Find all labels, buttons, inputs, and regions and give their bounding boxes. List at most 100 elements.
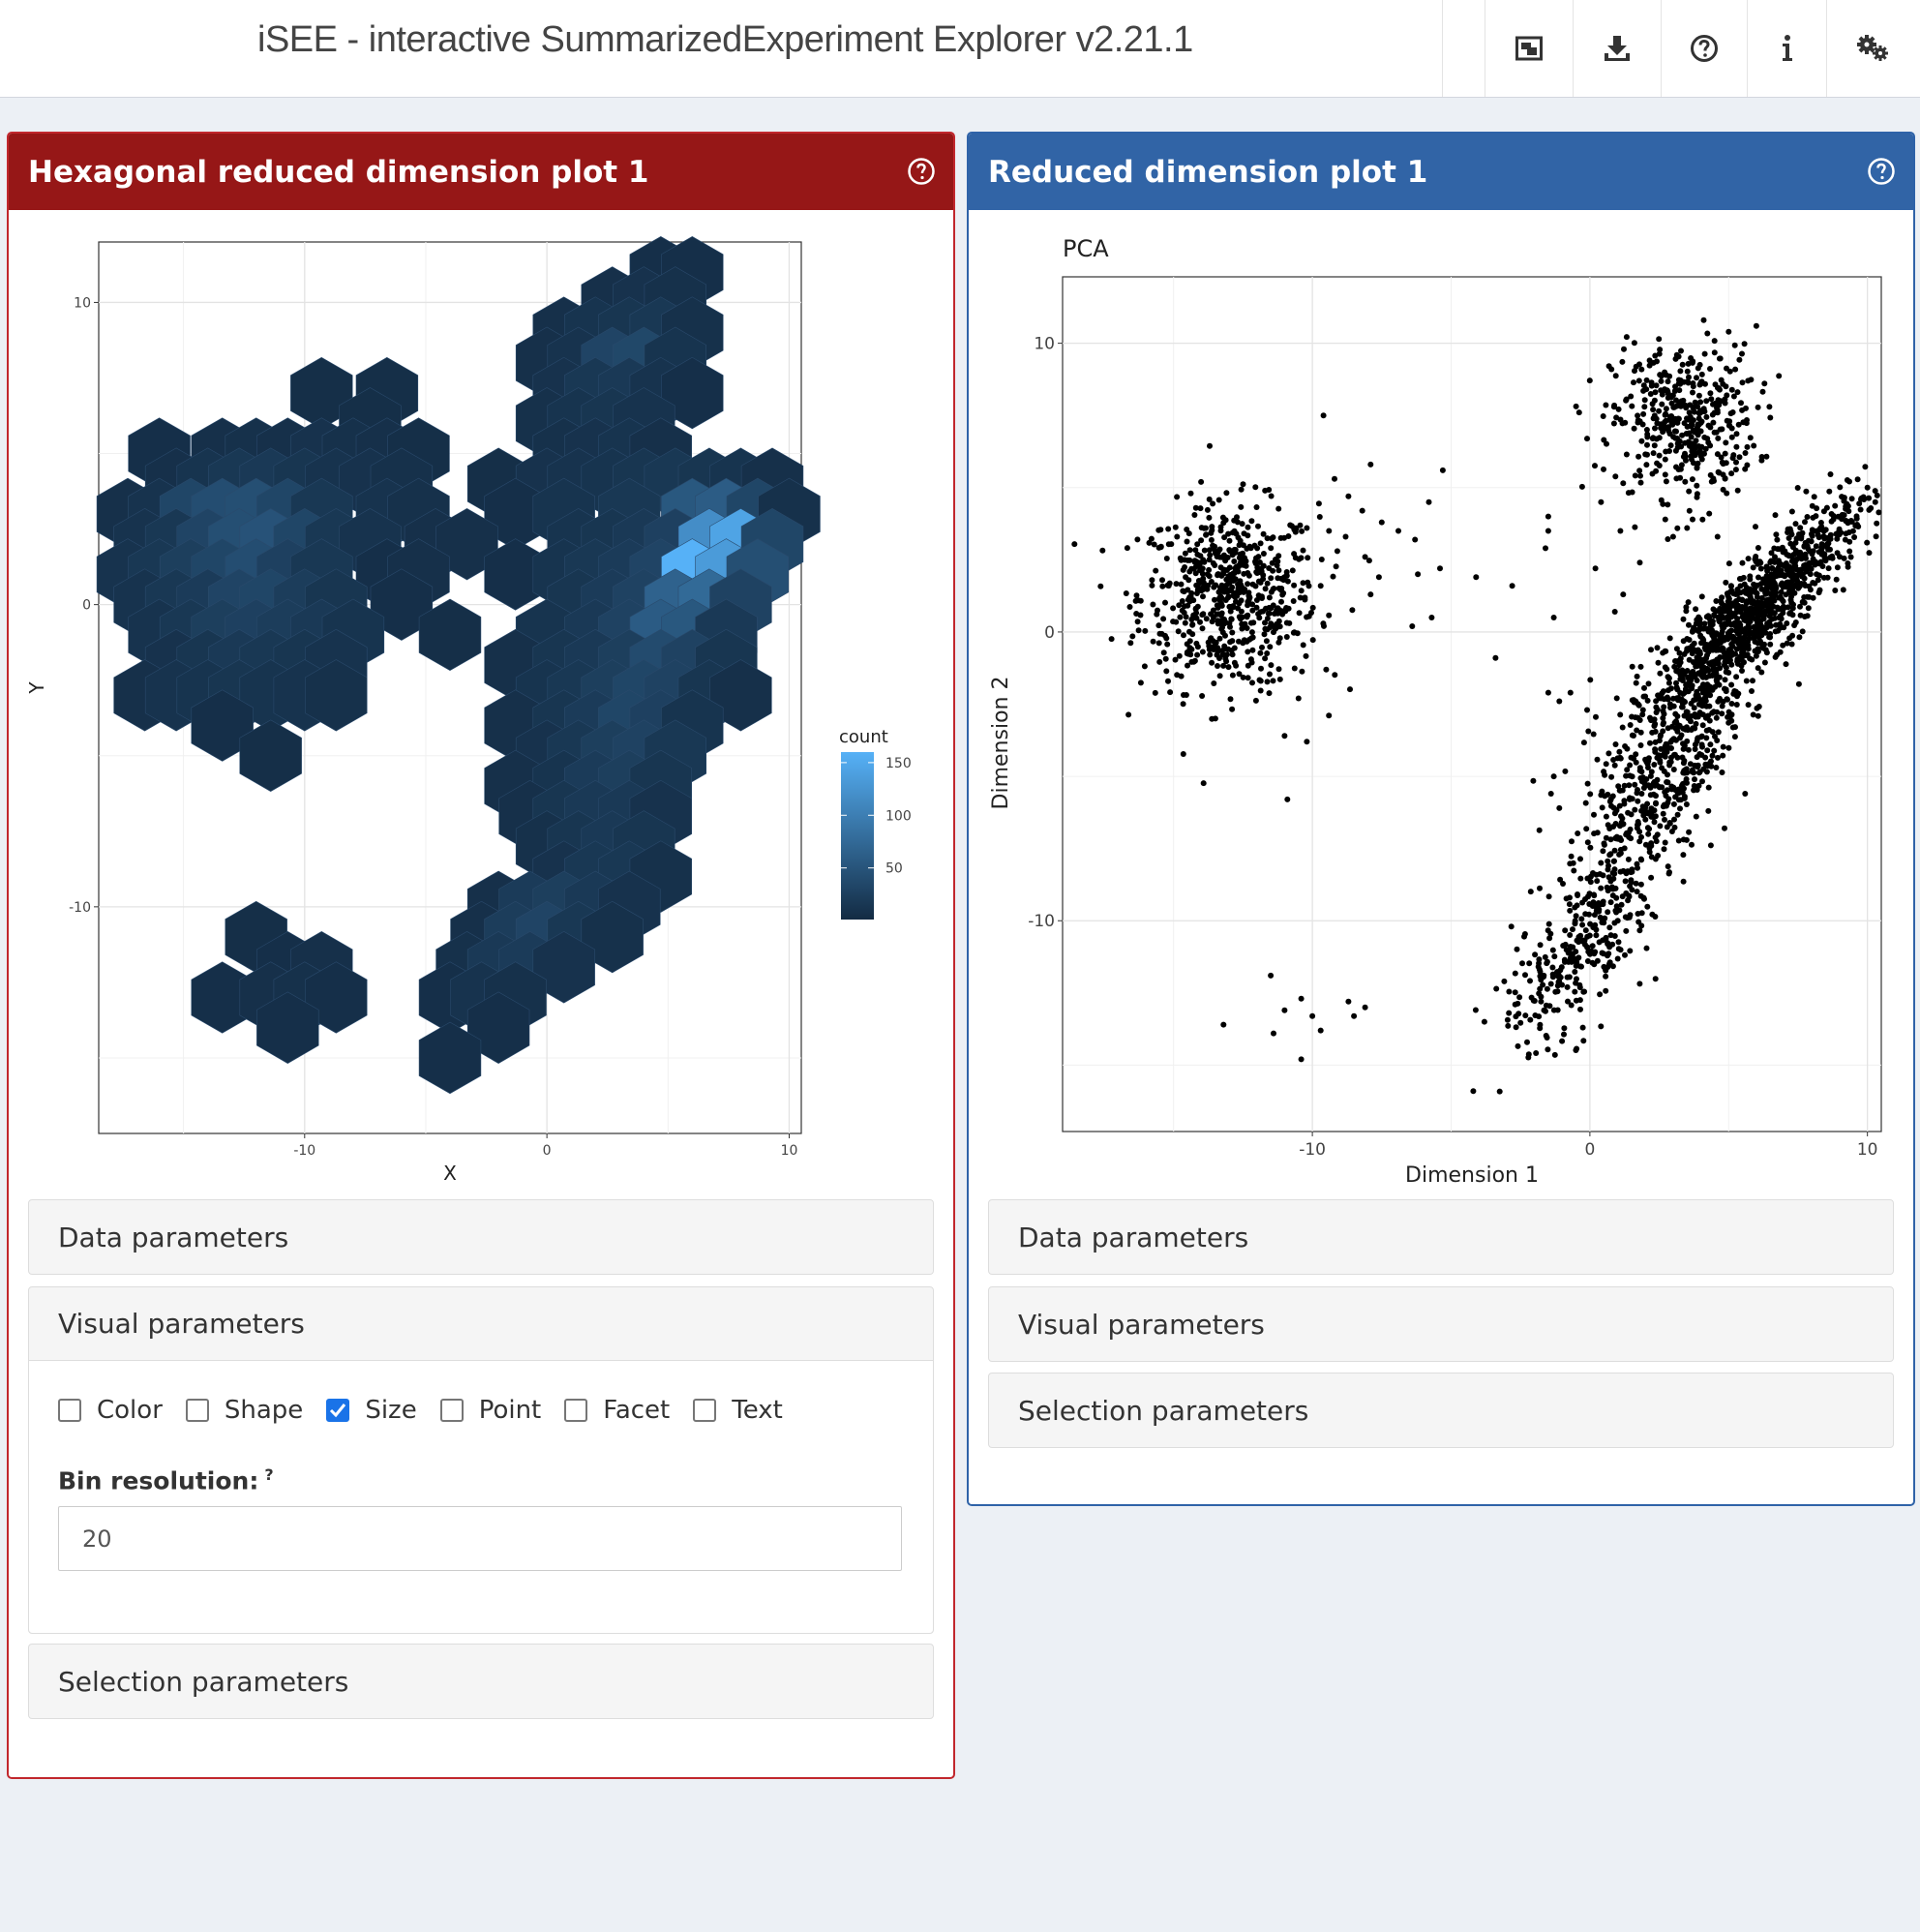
help-button[interactable] <box>1661 0 1747 97</box>
checkbox-box[interactable] <box>58 1399 81 1422</box>
data-point <box>1230 578 1237 584</box>
visual-parameters-section[interactable]: Visual parameters <box>988 1286 1894 1362</box>
x-tick-label: -10 <box>1299 1140 1326 1160</box>
data-point <box>1857 506 1864 513</box>
info-button[interactable] <box>1747 0 1826 97</box>
data-point <box>1751 581 1757 588</box>
panel-help-icon[interactable] <box>1867 157 1896 194</box>
data-point <box>1266 565 1273 571</box>
visual-parameters-section[interactable]: Visual parameters Color Shape Size Point… <box>28 1286 934 1634</box>
download-button[interactable] <box>1573 0 1661 97</box>
checkbox-facet[interactable]: Facet <box>564 1396 670 1425</box>
data-point <box>1624 915 1631 921</box>
data-point <box>1707 366 1713 372</box>
checkbox-box[interactable] <box>564 1399 588 1422</box>
bin-resolution-help[interactable]: ? <box>264 1465 273 1484</box>
data-point <box>1545 893 1552 900</box>
data-point <box>1660 714 1666 721</box>
checkbox-label: Size <box>365 1396 417 1425</box>
data-point <box>1629 773 1635 780</box>
export-image-button[interactable] <box>1485 0 1573 97</box>
data-point <box>1292 528 1299 535</box>
data-point <box>1725 744 1732 751</box>
panel-help-icon[interactable] <box>907 157 936 194</box>
data-point <box>1362 554 1368 560</box>
checkbox-box[interactable] <box>185 1399 209 1422</box>
hex-plot[interactable]: -10 0 10 -10 0 10 X Ycount 50 100 150 <box>9 210 953 1299</box>
data-point <box>1652 389 1659 396</box>
data-point <box>1257 687 1264 694</box>
data-point <box>1521 933 1527 940</box>
data-point <box>1323 666 1330 673</box>
checkbox-box-checked[interactable] <box>326 1399 350 1422</box>
visual-parameters-header[interactable]: Visual parameters <box>29 1287 933 1361</box>
data-point <box>1658 497 1665 503</box>
data-point <box>1603 402 1609 408</box>
selection-parameters-section[interactable]: Selection parameters <box>28 1644 934 1719</box>
checkbox-size[interactable]: Size <box>326 1396 417 1425</box>
checkbox-color[interactable]: Color <box>58 1396 163 1425</box>
data-point <box>1646 362 1653 369</box>
data-point <box>1720 752 1726 759</box>
data-point <box>1526 960 1533 967</box>
data-point <box>1298 1056 1305 1063</box>
settings-button[interactable] <box>1826 0 1920 97</box>
data-point <box>1594 878 1601 885</box>
data-point <box>1277 587 1284 593</box>
data-point <box>1702 445 1709 452</box>
data-point <box>1637 856 1644 862</box>
hex-plot-svg[interactable]: -10 0 10 -10 0 10 X Ycount 50 100 150 <box>9 210 953 1299</box>
checkbox-point[interactable]: Point <box>439 1396 541 1425</box>
bin-resolution-input[interactable]: 20 <box>58 1506 902 1571</box>
scatter-plot-svg[interactable]: -10 0 10 -10 0 10 PCA Dimension 1 Dimension 2 <box>969 210 1913 1299</box>
data-point <box>1716 681 1723 688</box>
data-point <box>1611 609 1618 615</box>
data-point <box>1696 709 1703 716</box>
data-point <box>1820 533 1827 540</box>
data-point <box>1562 927 1569 934</box>
data-point <box>1651 819 1658 826</box>
data-point <box>1536 1013 1543 1020</box>
data-point <box>1605 909 1611 916</box>
data-point <box>1617 711 1624 718</box>
data-point <box>1245 581 1251 588</box>
data-point <box>1653 800 1659 807</box>
data-point <box>1740 419 1747 426</box>
data-point <box>1193 615 1200 621</box>
question-circle-icon <box>1690 34 1719 63</box>
data-point <box>1159 577 1165 584</box>
data-parameters-header[interactable]: Data parameters <box>29 1200 933 1274</box>
data-point <box>1258 665 1264 672</box>
selection-parameters-section[interactable]: Selection parameters <box>988 1373 1894 1448</box>
data-parameters-header[interactable]: Data parameters <box>989 1200 1893 1274</box>
data-point <box>1686 656 1693 663</box>
checkbox-text[interactable]: Text <box>693 1396 783 1425</box>
data-parameters-section[interactable]: Data parameters <box>28 1199 934 1275</box>
visual-parameters-header[interactable]: Visual parameters <box>989 1287 1893 1361</box>
scatter-plot[interactable]: -10 0 10 -10 0 10 PCA Dimension 1 Dimension 2 <box>969 210 1913 1299</box>
data-point <box>1277 534 1284 541</box>
data-point <box>1683 801 1690 807</box>
selection-parameters-header[interactable]: Selection parameters <box>989 1374 1893 1447</box>
selection-parameters-header[interactable]: Selection parameters <box>29 1645 933 1718</box>
data-point <box>1632 714 1638 721</box>
data-point <box>1635 419 1641 426</box>
data-point <box>1699 516 1706 523</box>
data-point <box>1241 556 1247 562</box>
data-point <box>1614 955 1621 962</box>
data-point <box>1439 467 1446 473</box>
data-point <box>1223 576 1230 583</box>
checkbox-box[interactable] <box>693 1399 717 1422</box>
data-point <box>1367 461 1374 468</box>
data-point <box>1818 548 1825 555</box>
data-point <box>1705 784 1712 791</box>
data-point <box>1692 725 1698 732</box>
data-point <box>1705 668 1712 674</box>
data-point <box>1545 1046 1551 1053</box>
data-point <box>1481 1018 1487 1025</box>
data-point <box>1213 639 1219 646</box>
checkbox-box[interactable] <box>439 1399 464 1422</box>
data-point <box>1268 972 1275 979</box>
checkbox-shape[interactable]: Shape <box>185 1396 303 1425</box>
data-parameters-section[interactable]: Data parameters <box>988 1199 1894 1275</box>
